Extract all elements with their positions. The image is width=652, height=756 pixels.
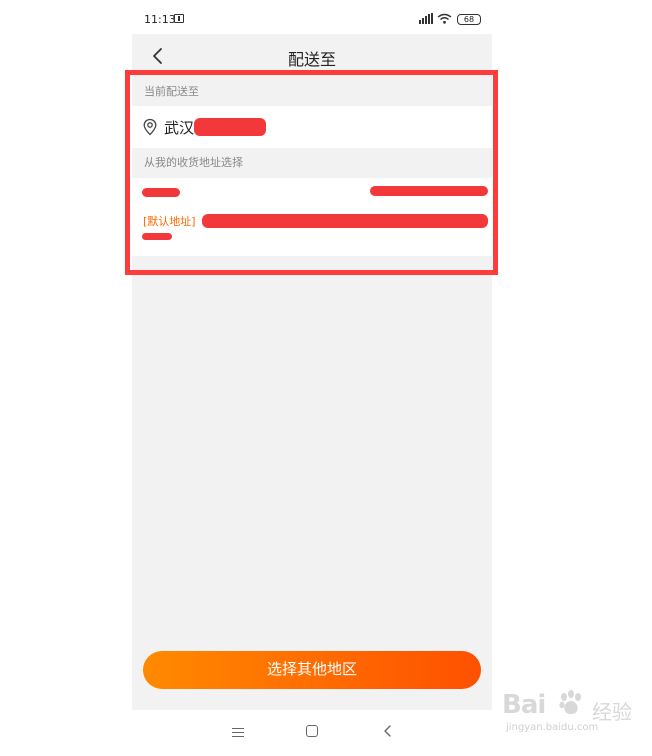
default-address-tag: [默认地址]	[143, 215, 196, 228]
baidu-jingyan-watermark: Bai 经验 jingyan.baidu.com	[490, 680, 650, 740]
watermark-subtitle: 经验	[592, 700, 632, 724]
notification-icon	[174, 14, 184, 23]
status-bar: 11:13 68	[132, 0, 492, 38]
page-title: 配送至	[287, 50, 336, 69]
saved-address-item[interactable]: [默认地址]	[132, 178, 492, 256]
redacted-address-line-2	[142, 233, 172, 240]
saved-section-label: 从我的收货地址选择	[132, 148, 492, 178]
home-icon[interactable]	[306, 725, 318, 737]
redacted-address-line	[202, 214, 488, 228]
select-other-region-button[interactable]: 选择其他地区	[143, 651, 481, 689]
redacted-phone	[370, 186, 488, 196]
menu-icon[interactable]	[232, 726, 244, 738]
current-location-row[interactable]: 武汉	[132, 106, 492, 148]
phone-screen: 11:13 68 配送至 当前配送至 武汉 从我的收货地址选择 [默认地址] 选…	[132, 0, 492, 756]
current-section-label: 当前配送至	[132, 78, 492, 106]
watermark-brand: Bai	[502, 690, 546, 720]
redacted-recipient-name	[142, 188, 180, 197]
wifi-icon	[437, 13, 452, 24]
system-back-icon[interactable]	[382, 724, 394, 738]
watermark-url: jingyan.baidu.com	[506, 722, 599, 733]
system-nav-bar	[132, 710, 492, 756]
signal-icon	[419, 13, 433, 24]
status-time: 11:13	[144, 13, 176, 26]
battery-indicator: 68	[457, 14, 481, 25]
location-pin-icon	[143, 118, 157, 136]
delivery-page: 配送至 当前配送至 武汉 从我的收货地址选择 [默认地址] 选择其他地区	[132, 34, 492, 710]
paw-logo-icon	[559, 690, 581, 714]
redacted-district	[194, 118, 266, 136]
nav-bar: 配送至	[132, 34, 492, 78]
current-city: 武汉	[164, 119, 195, 137]
